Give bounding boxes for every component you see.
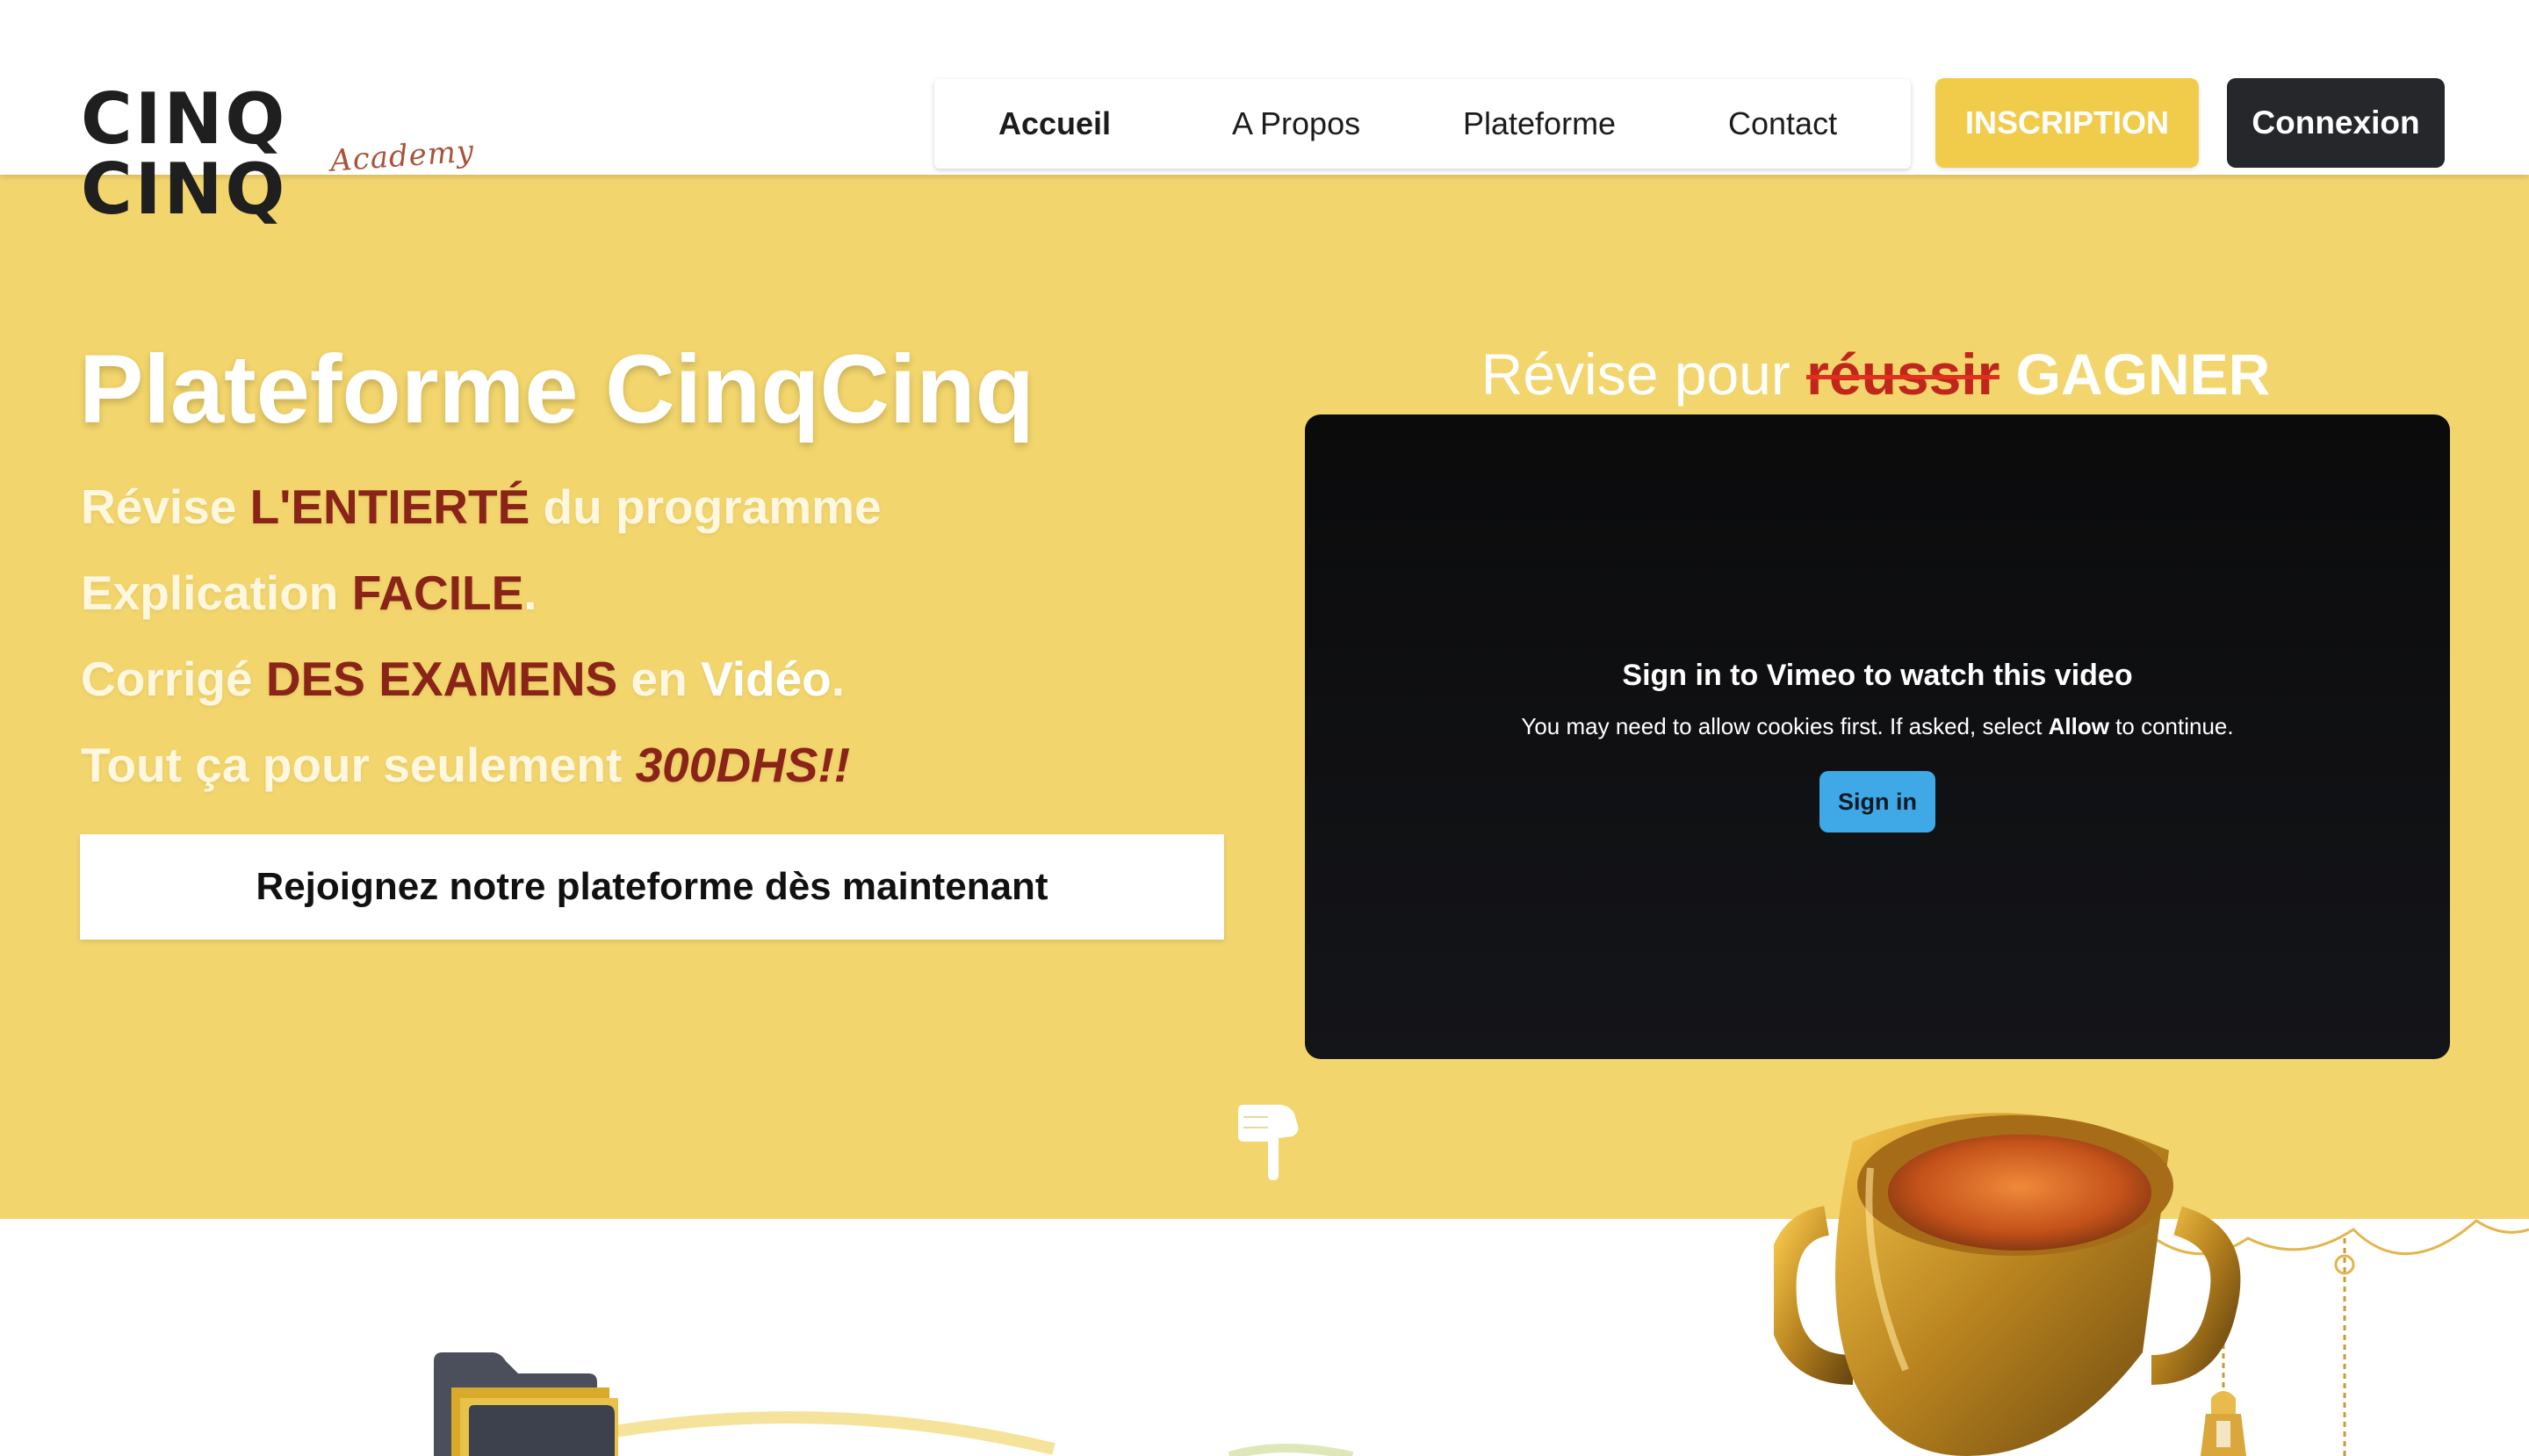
hero-line-1: Révise L'ENTIERTÉ du programme <box>81 479 882 535</box>
video-heading-suffix: GAGNER <box>1999 342 2271 407</box>
video-heading: Révise pour réussir GAGNER <box>1305 341 2446 407</box>
hero-line-2-text-c: . <box>523 566 537 620</box>
hero-line-3-text-e: . <box>831 652 846 706</box>
hero-line-2: Explication FACILE. <box>81 565 537 621</box>
hero-line-3-text-c: en <box>617 652 701 706</box>
hero-line-4-price: 300DHS!! <box>635 738 851 792</box>
hero-line-2-highlight: FACILE <box>351 566 524 620</box>
video-msg-prefix: You may need to allow cookies first. If … <box>1521 713 2049 739</box>
pointing-hand-icon <box>1238 1105 1299 1180</box>
site-header: CINQ CINQ Academy Accueil A Propos Plate… <box>0 0 2529 225</box>
trophy-icon <box>1774 1113 2241 1456</box>
decorative-arc <box>615 1411 1354 1456</box>
video-msg-suffix: to continue. <box>2108 713 2234 739</box>
hero-line-1-highlight: L'ENTIERTÉ <box>249 479 530 534</box>
nav-item-a-propos[interactable]: A Propos <box>1232 79 1360 169</box>
hero-title: Plateforme CinqCinq <box>79 335 1034 443</box>
site-logo[interactable]: CINQ CINQ Academy <box>81 84 502 225</box>
inscription-button[interactable]: INSCRIPTION <box>1935 78 2199 168</box>
hero-line-3-text-a: Corrigé <box>81 652 266 706</box>
video-heading-prefix: Révise pour <box>1481 342 1807 407</box>
nav-item-accueil[interactable]: Accueil <box>998 79 1111 169</box>
folder-icon <box>434 1352 618 1456</box>
nav-item-contact[interactable]: Contact <box>1728 79 1837 169</box>
video-signin-title: Sign in to Vimeo to watch this video <box>1622 659 2133 692</box>
hero-line-3-video: Vidéo <box>701 652 832 706</box>
hero-line-3: Corrigé DES EXAMENS en Vidéo. <box>81 651 845 707</box>
hero-line-4: Tout ça pour seulement 300DHS!! <box>81 737 850 793</box>
video-heading-strikethrough: réussir <box>1806 342 2000 407</box>
video-msg-bold: Allow <box>2048 713 2109 739</box>
connexion-button[interactable]: Connexion <box>2227 78 2445 168</box>
hero-line-4-text-a: Tout ça pour seulement <box>81 738 636 792</box>
hero-line-2-text-a: Explication <box>81 566 352 620</box>
video-signin-message: You may need to allow cookies first. If … <box>1305 713 2450 740</box>
hero-line-1-text-c: du programme <box>530 479 882 534</box>
hero-line-3-highlight: DES EXAMENS <box>265 652 618 706</box>
main-nav: Accueil A Propos Plateforme Contact <box>934 79 1911 169</box>
join-platform-button[interactable]: Rejoignez notre plateforme dès maintenan… <box>80 834 1224 940</box>
hero-line-1-text-a: Révise <box>81 479 250 534</box>
vimeo-signin-button[interactable]: Sign in <box>1819 771 1935 833</box>
nav-item-plateforme[interactable]: Plateforme <box>1463 79 1616 169</box>
